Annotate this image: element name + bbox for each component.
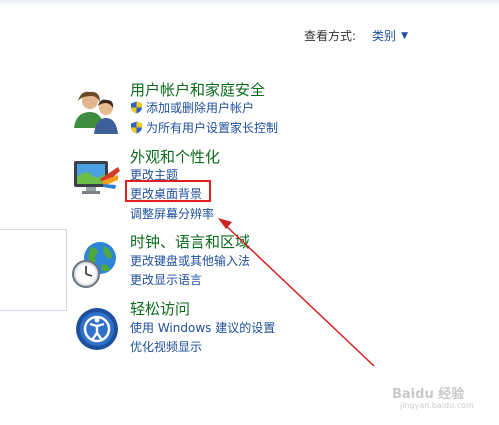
annotation-arrow xyxy=(218,218,375,367)
watermark-url: jingyan.baidu.com xyxy=(400,401,474,410)
watermark-logo: Baidu 经验 xyxy=(392,387,465,402)
